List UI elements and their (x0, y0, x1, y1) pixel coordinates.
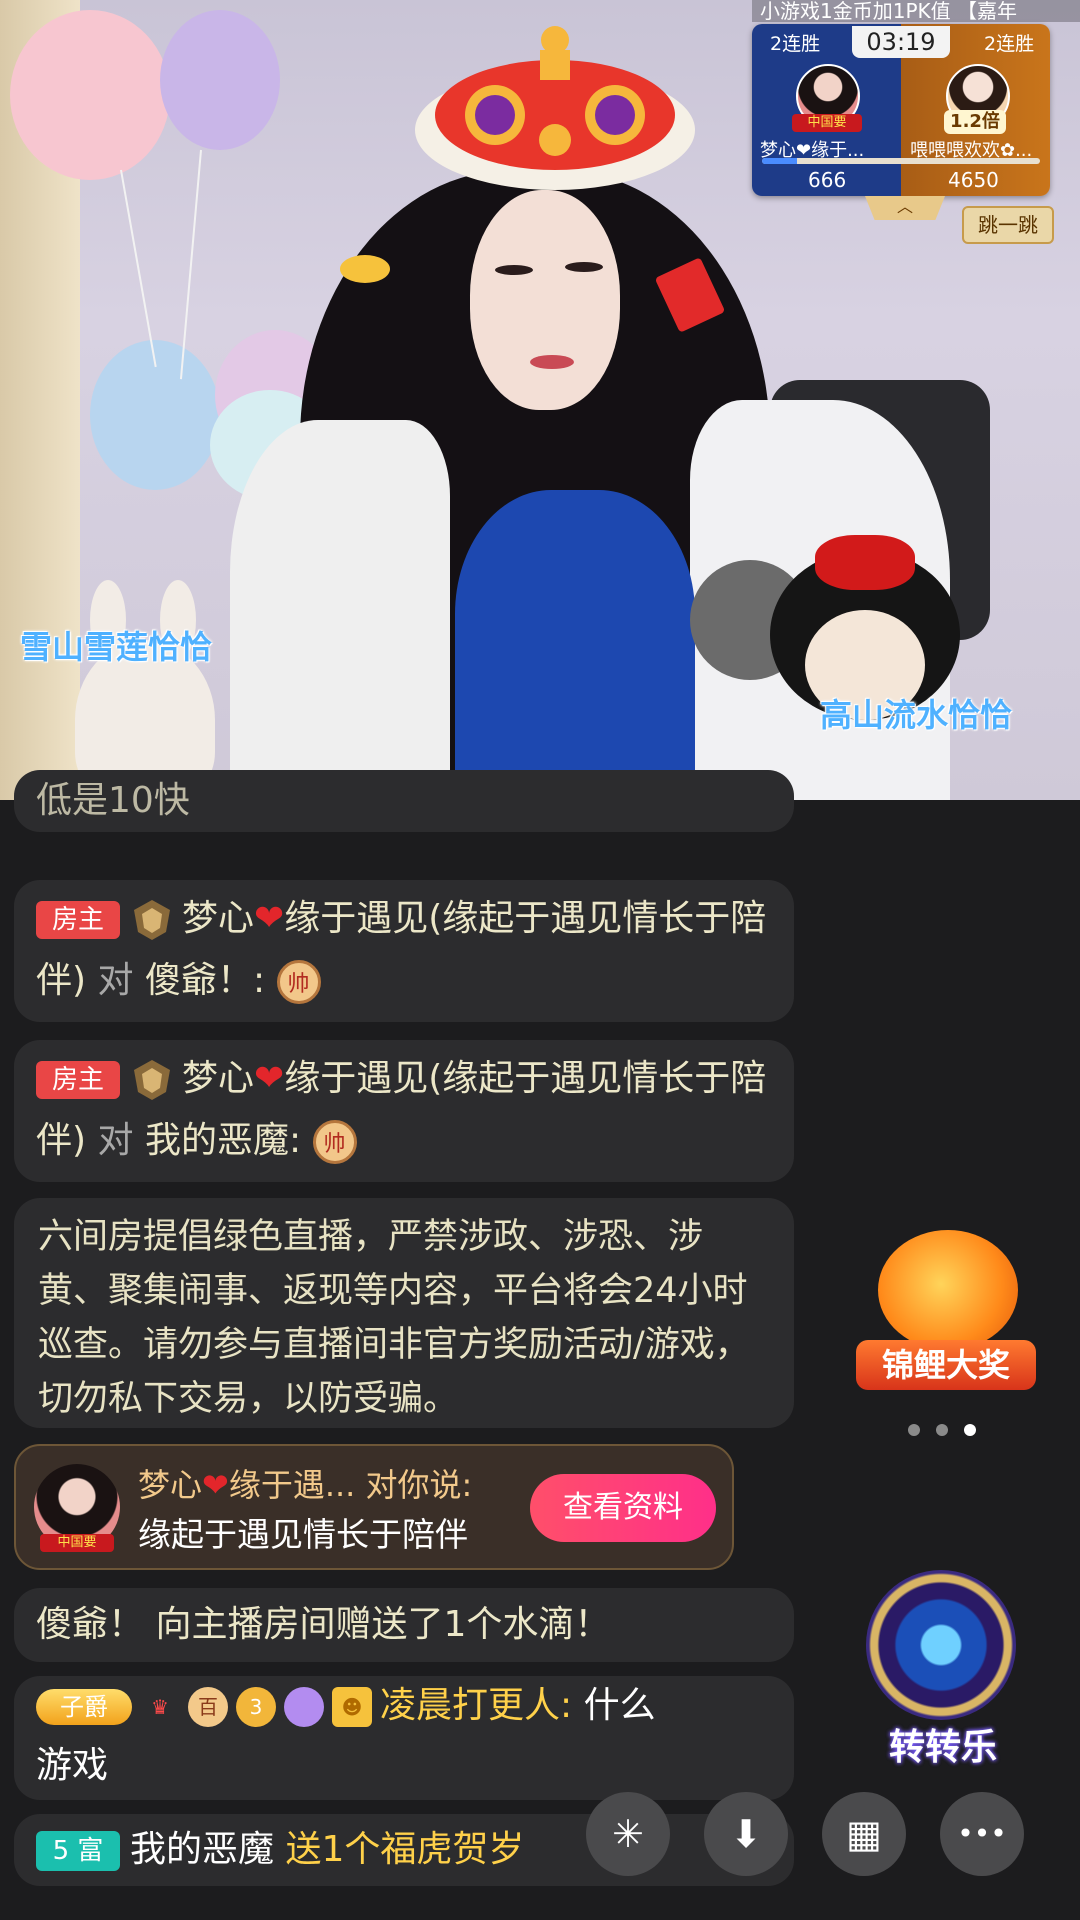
private-message-content: 缘起于遇见情长于陪伴 (138, 1515, 468, 1554)
pk-progress-fill (762, 158, 797, 164)
pk-expand-chevron-icon[interactable]: ︿ (865, 196, 945, 220)
grid-icon: ▦ (846, 1812, 882, 1856)
pk-right-score: 4650 (948, 168, 999, 192)
chat-message[interactable]: 房主 梦心❤缘于遇见(缘起于遇见情长于陪伴) 对 我的恶魔: 帅 (14, 1040, 794, 1182)
user-card-icon: ☻ (332, 1687, 372, 1727)
pk-left-streak: 2连胜 (770, 33, 821, 55)
pk-battle-panel[interactable]: 2连胜 03:19 2连胜 中国要 1.2倍 梦心❤缘于... 喂喂喂欢欢✿..… (752, 24, 1050, 196)
koi-prize-label: 锦鲤大奖 (856, 1340, 1036, 1390)
overlay-name-right: 高山流水恰恰 (820, 696, 1013, 734)
pk-timer: 03:19 (852, 26, 950, 58)
chat-connector: 对 (97, 1120, 134, 1161)
chat-target: 傻爺！: (144, 960, 266, 1001)
heart-icon: ❤ (254, 898, 285, 939)
koi-carousel-dots (900, 1421, 984, 1440)
streamer-shirt (455, 490, 695, 800)
top-ticker: 小游戏1金币加1PK值 【嘉年 (752, 0, 1080, 22)
rank-shield-icon (134, 900, 170, 940)
star-level-icon: 3 (236, 1687, 276, 1727)
chat-message[interactable]: 子爵 ♛ 百 3 ☻ 凌晨打更人: 什么游戏 (14, 1676, 794, 1800)
hundred-medal-icon: 百 (188, 1687, 228, 1727)
apps-grid-button[interactable]: ▦ (822, 1792, 906, 1876)
chat-sender-prefix: 梦心 (182, 1058, 255, 1099)
chat-text: 游戏 (36, 1745, 109, 1786)
chat-connector: 对 (97, 960, 134, 1001)
live-video[interactable]: 雪山雪莲恰恰 高山流水恰恰 小游戏1金币加1PK值 【嘉年 2连胜 03:19 … (0, 0, 1080, 800)
carousel-dot-active (964, 1424, 976, 1436)
system-notice: 六间房提倡绿色直播，严禁涉政、涉恐、涉黄、聚集闹事、返现等内容，平台将会24小时… (14, 1198, 794, 1428)
share-button[interactable]: ✳ (586, 1792, 670, 1876)
overlay-name-left: 雪山雪莲恰恰 (20, 628, 213, 666)
pk-header: 2连胜 03:19 2连胜 (752, 24, 1050, 60)
gift-notice-text: 傻爺！ 向主播房间赠送了1个水滴！ (36, 1604, 611, 1645)
download-icon: ⬇ (730, 1812, 762, 1856)
streamer-face (470, 190, 620, 410)
private-message-card[interactable]: 中国要 梦心❤缘于遇... 对你说: 缘起于遇见情长于陪伴 查看资料 (14, 1444, 734, 1570)
balloon-decoration (160, 10, 280, 150)
chat-message-body: 5 富我的恶魔 送1个福虎贺岁 (14, 1814, 794, 1886)
chess-piece-gift-icon: 帅 (312, 1120, 357, 1164)
pk-right-streak: 2连胜 (984, 33, 1035, 55)
pk-left-avatar-tag: 中国要 (792, 114, 862, 132)
streamer-eye (495, 265, 533, 275)
koi-prize-widget[interactable]: 锦鲤大奖 (838, 1230, 1054, 1400)
pk-left-score: 666 (808, 168, 847, 192)
streamer-mouth (530, 355, 574, 369)
heart-icon: ❤ (254, 1058, 285, 1099)
private-sender-rest: 缘于遇... 对你说: (228, 1466, 473, 1504)
carousel-dot (936, 1424, 948, 1436)
chat-message-partial: 低是10快 (14, 770, 794, 832)
wealth-level-badge: 5 富 (36, 1831, 120, 1871)
skip-button[interactable]: 跳一跳 (962, 206, 1054, 244)
room-owner-badge: 房主 (36, 901, 120, 939)
minnie-plush-bow (815, 535, 915, 590)
chat-text: 什么 (583, 1685, 656, 1726)
balloon-string (179, 149, 202, 380)
private-message-header: 梦心❤缘于遇... 对你说: (138, 1460, 472, 1506)
pk-progress-bar (762, 158, 1040, 164)
pk-multiplier-badge: 1.2倍 (944, 110, 1006, 134)
koi-fish-icon (878, 1230, 1018, 1350)
chat-message-body: 子爵 ♛ 百 3 ☻ 凌晨打更人: 什么游戏 (14, 1676, 794, 1796)
streamer-eye (565, 262, 603, 272)
download-button[interactable]: ⬇ (704, 1792, 788, 1876)
heart-icon: ❤ (202, 1466, 229, 1504)
rank-shield-icon (134, 1060, 170, 1100)
private-sender-prefix: 梦心 (138, 1466, 203, 1504)
more-button[interactable]: ••• (940, 1792, 1024, 1876)
chat-message-body: 房主 梦心❤缘于遇见(缘起于遇见情长于陪伴) 对 傻爺！: 帅 (14, 888, 794, 1012)
chat-message[interactable]: 傻爺！ 向主播房间赠送了1个水滴！ (14, 1588, 794, 1662)
chat-target: 我的恶魔: (144, 1120, 302, 1161)
chat-message-body: 房主 梦心❤缘于遇见(缘起于遇见情长于陪伴) 对 我的恶魔: 帅 (14, 1048, 794, 1172)
purple-medal-icon (284, 1687, 324, 1727)
lion-dance-headpiece (415, 26, 695, 190)
balloon-string (120, 169, 157, 368)
chat-username[interactable]: 我的恶魔 (130, 1829, 274, 1870)
view-profile-button[interactable]: 查看资料 (530, 1474, 716, 1542)
spin-wheel-label: 转转乐 (888, 1727, 997, 1768)
chat-username[interactable]: 凌晨打更人: (380, 1685, 572, 1726)
chat-sender-prefix: 梦心 (182, 898, 255, 939)
avatar-tag: 中国要 (40, 1534, 114, 1552)
level-badge: 子爵 (36, 1689, 132, 1725)
chess-piece-gift-icon: 帅 (276, 960, 321, 1004)
sparkle-icon: ✳ (612, 1812, 644, 1856)
chat-message[interactable]: 房主 梦心❤缘于遇见(缘起于遇见情长于陪伴) 对 傻爺！: 帅 (14, 880, 794, 1022)
gift-action-text: 送1个福虎贺岁 (285, 1829, 525, 1870)
gold-ingot-decoration (340, 255, 390, 283)
chat-message-text: 低是10快 (36, 780, 190, 821)
streamer-coat (230, 420, 450, 800)
carousel-dot (908, 1424, 920, 1436)
spin-wheel-widget[interactable]: 转转乐 (858, 1560, 1028, 1770)
crown-icon: ♛ (151, 1695, 169, 1719)
chat-message[interactable]: 5 富我的恶魔 送1个福虎贺岁 (14, 1814, 794, 1886)
room-owner-badge: 房主 (36, 1061, 120, 1099)
spin-wheel-icon (866, 1570, 1016, 1720)
more-dots-icon: ••• (957, 1817, 1007, 1850)
balloon-decoration (10, 10, 170, 180)
